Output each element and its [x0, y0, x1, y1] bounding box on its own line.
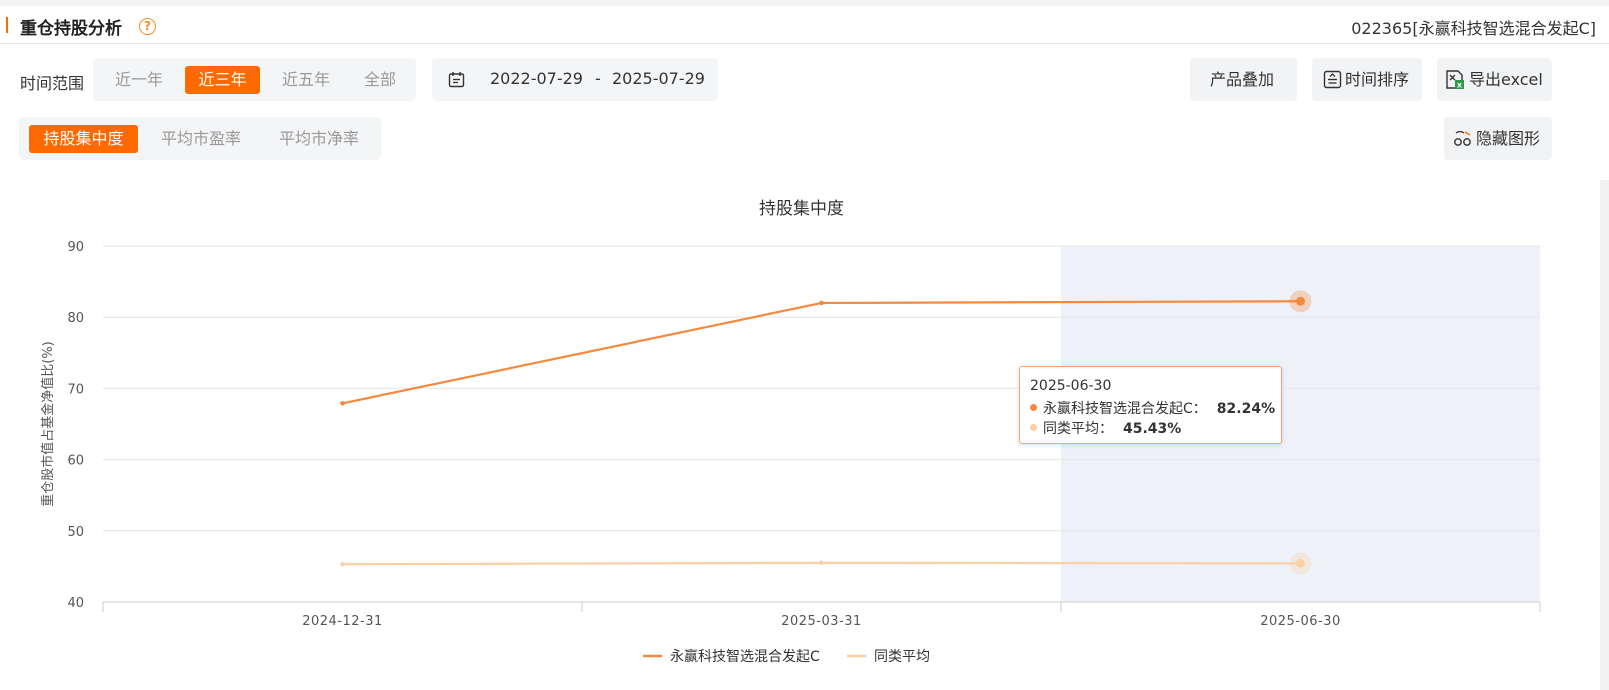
y-tick-label: 90: [67, 240, 84, 255]
calendar-icon: [448, 72, 465, 88]
tooltip-row-avg: 同类平均： 45.43%: [1030, 418, 1181, 438]
page-title: 重仓持股分析: [20, 19, 122, 39]
hide-chart-icon: [1454, 130, 1471, 146]
x-tick-label: 2024-12-31: [302, 614, 383, 629]
date-separator: -: [595, 69, 601, 88]
y-tick-label: 40: [67, 596, 84, 611]
concentration-chart: 持股集中度 40 50 60 70 80 90 2024-12-31 2025-03-31 202…: [40, 199, 1541, 665]
data-point: [1296, 558, 1305, 568]
question-circle-icon[interactable]: ?: [139, 18, 156, 35]
tooltip-dot-avg: [1030, 423, 1037, 431]
data-point: [819, 560, 824, 566]
y-tick-label: 60: [67, 454, 84, 469]
tooltip-main-value: 82.24%: [1216, 401, 1276, 417]
tab-concentration[interactable]: 持股集中度: [29, 125, 138, 153]
legend-label-1: 永赢科技智选混合发起C: [670, 648, 820, 665]
metric-tabs: 持股集中度 平均市盈率 平均市净率: [19, 117, 381, 160]
date-end[interactable]: 2025-07-29: [612, 69, 705, 88]
time-range-option-3y[interactable]: 近三年: [185, 66, 260, 94]
hide-chart-label: 隐藏图形: [1476, 129, 1541, 148]
time-range-option-5y[interactable]: 近五年: [268, 66, 344, 94]
hide-chart-button[interactable]: 隐藏图形: [1444, 117, 1552, 160]
chart-title: 持股集中度: [759, 199, 844, 219]
excel-icon: x: [1446, 70, 1464, 90]
header-accent-bar: [6, 17, 8, 33]
tab-avg-pb[interactable]: 平均市净率: [264, 125, 374, 153]
fund-code-label: 022365[永赢科技智选混合发起C]: [1351, 19, 1596, 38]
y-axis-label: 重仓股市值占基金净值比(%): [40, 341, 56, 507]
legend-label-2: 同类平均: [874, 649, 930, 665]
tooltip-row-main: 永赢科技智选混合发起C： 82.24%: [1030, 398, 1275, 418]
export-excel-label: 导出excel: [1469, 70, 1543, 89]
panel-header: 重仓持股分析 ? 022365[永赢科技智选混合发起C]: [0, 6, 1609, 44]
time-range-selector: 近一年 近三年 近五年 全部: [93, 58, 416, 101]
time-range-option-1y[interactable]: 近一年: [101, 66, 177, 94]
data-point: [340, 401, 345, 406]
data-point: [340, 561, 345, 567]
tooltip-main-name: 永赢科技智选混合发起C：: [1043, 401, 1207, 417]
y-tick-label: 80: [67, 311, 84, 326]
sort-icon: [1323, 70, 1342, 89]
time-sort-label: 时间排序: [1345, 70, 1410, 89]
y-tick-label: 50: [67, 525, 84, 540]
svg-text:x: x: [1457, 81, 1463, 90]
time-range-option-all[interactable]: 全部: [352, 66, 408, 94]
product-overlay-button[interactable]: 产品叠加: [1190, 58, 1297, 101]
data-point: [819, 300, 824, 306]
x-tick-label: 2025-03-31: [781, 614, 862, 629]
scrollbar[interactable]: [1600, 180, 1609, 690]
y-tick-label: 70: [67, 382, 84, 397]
data-point: [1296, 296, 1305, 306]
tooltip-date: 2025-06-30: [1030, 378, 1112, 394]
tooltip-dot-main: [1030, 403, 1037, 411]
time-sort-button[interactable]: 时间排序: [1312, 58, 1422, 101]
export-excel-button[interactable]: x 导出excel: [1437, 58, 1552, 101]
date-start[interactable]: 2022-07-29: [490, 69, 583, 88]
tab-avg-pe[interactable]: 平均市盈率: [148, 125, 254, 153]
chart-tooltip: 2025-06-30 永赢科技智选混合发起C： 82.24% 同类平均： 45.43…: [1019, 366, 1282, 444]
product-overlay-label: 产品叠加: [1210, 70, 1275, 89]
date-range-picker[interactable]: 2022-07-29 - 2025-07-29: [432, 58, 718, 101]
x-tick-label: 2025-06-30: [1260, 614, 1341, 629]
tooltip-avg-value: 45.43%: [1123, 421, 1182, 437]
tooltip-avg-name: 同类平均：: [1043, 421, 1113, 437]
time-range-label: 时间范围: [20, 74, 85, 93]
